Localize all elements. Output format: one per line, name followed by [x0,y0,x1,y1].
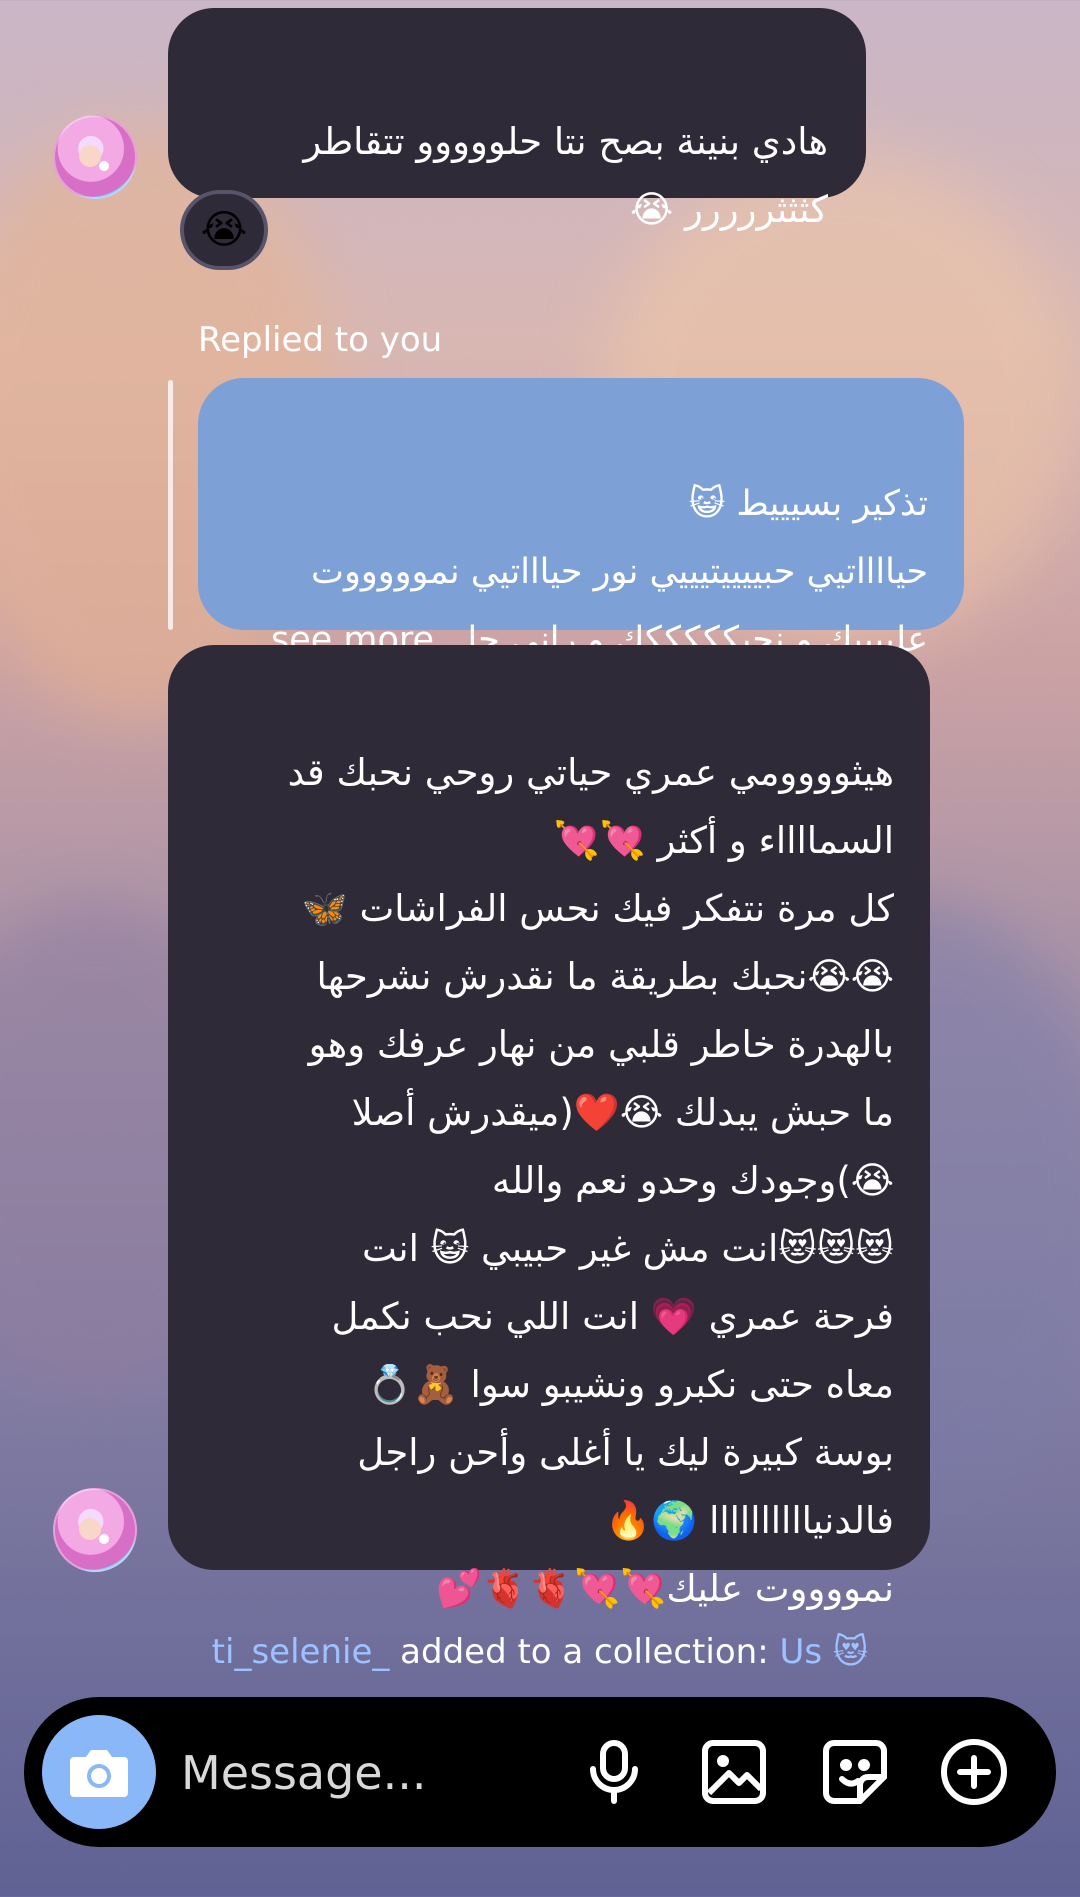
collection-notice: ti_selenie_ added to a collection: Us 😻 [0,1632,1080,1672]
username-link[interactable]: ti_selenie_ [212,1632,390,1672]
plus-circle-icon [941,1739,1007,1805]
sticker-icon [823,1740,887,1804]
avatar[interactable] [53,1488,137,1572]
message-composer [24,1697,1056,1847]
reply-indicator-line [168,380,173,630]
camera-icon [70,1750,128,1797]
avatar[interactable] [53,115,137,199]
camera-button[interactable] [42,1715,156,1829]
more-button[interactable] [939,1737,1009,1807]
reply-preview-bubble[interactable]: تذكير بسيييط 😺 حيااااتيي حبييييتيييي نور… [198,378,964,660]
reaction-badge[interactable]: 😭 [180,190,268,270]
gallery-button[interactable] [699,1737,769,1807]
microphone-icon [590,1740,638,1804]
sticker-button[interactable] [820,1737,890,1807]
replied-label: Replied to you [198,320,443,360]
chat-thread: هادي بنينة بصح نتا حلووووو تتقاطر كثثثرر… [0,0,1080,1897]
message-text-long: هيثوووومي عمري حياتي روحي نحبك قد السماا… [287,751,894,1610]
message-input[interactable] [179,1732,563,1814]
voice-button[interactable] [579,1737,649,1807]
reply-preview-text: تذكير بسيييط 😺 حيااااتيي حبييييتيييي نور… [271,484,928,660]
message-bubble-long[interactable]: هيثوووومي عمري حياتي روحي نحبك قد السماا… [168,645,930,1610]
message-text: هادي بنينة بصح نتا حلووووو تتقاطر كثثثرر… [303,120,828,231]
image-icon [702,1740,766,1804]
reaction-emoji: 😭 [200,207,248,253]
collection-link[interactable]: Us 😻 [779,1632,868,1672]
notice-text: added to a collection: [400,1632,769,1672]
message-bubble-first[interactable]: هادي بنينة بصح نتا حلووووو تتقاطر كثثثرر… [168,8,866,231]
